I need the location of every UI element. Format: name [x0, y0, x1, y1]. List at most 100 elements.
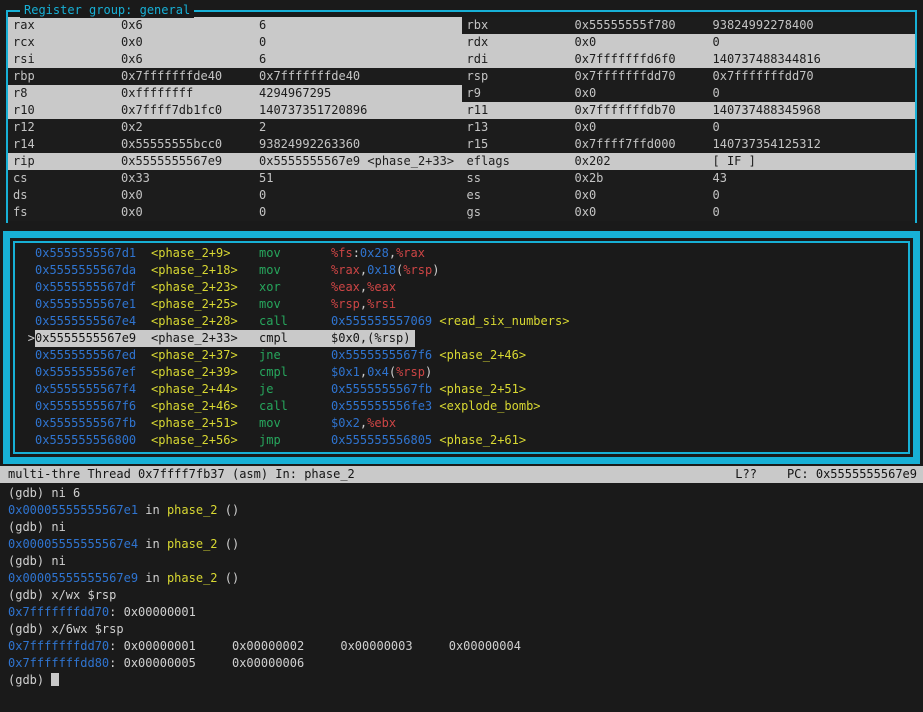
console-line: 0x00005555555567e9 in phase_2 () — [8, 570, 923, 587]
register-r11: r110x7fffffffdb70140737488345968 — [462, 102, 916, 119]
current-instruction-marker — [19, 245, 35, 262]
current-instruction-marker — [19, 262, 35, 279]
operand-segment: %rax — [396, 246, 425, 260]
asm-line: 0x5555555567e4<phase_2+28>call0x55555555… — [15, 313, 908, 330]
register-dec-value: [ IF ] — [713, 153, 916, 170]
register-rip: rip0x5555555567e90x5555555567e9 <phase_2… — [8, 153, 462, 170]
operand-segment: <phase_2+46> — [439, 348, 526, 362]
register-name: r15 — [462, 136, 575, 153]
terminal-screen: Register group: general rax0x66rbx0x5555… — [0, 0, 923, 712]
register-row: rbp0x7fffffffde400x7fffffffde40rsp0x7fff… — [8, 68, 915, 85]
instruction-address: 0x5555555567e4 — [35, 313, 151, 330]
register-dec-value: 6 — [259, 51, 462, 68]
register-row: rax0x66rbx0x55555555f78093824992278400 — [8, 17, 915, 34]
asm-line: 0x5555555567fb<phase_2+51>mov$0x2,%ebx — [15, 415, 908, 432]
operand-segment: 0x5555555567fb — [331, 382, 432, 396]
current-instruction-marker — [19, 313, 35, 330]
operand-segment: ( — [389, 365, 396, 379]
register-dec-value: 0 — [713, 119, 916, 136]
register-name: rip — [8, 153, 121, 170]
asm-line: 0x5555555567ed<phase_2+37>jne0x555555556… — [15, 347, 908, 364]
register-name: es — [462, 187, 575, 204]
console-text-segment: 0x7fffffffdd80 — [8, 656, 109, 670]
console-text-segment: (gdb) ni 6 — [8, 486, 80, 500]
register-row: r140x55555555bcc093824992263360r150x7fff… — [8, 136, 915, 153]
operand-segment: <phase_2+51> — [439, 382, 526, 396]
register-name: ss — [462, 170, 575, 187]
asm-line: 0x5555555567d1<phase_2+9>mov%fs:0x28,%ra… — [15, 245, 908, 262]
register-dec-value: 0 — [713, 85, 916, 102]
register-dec-value: 140737488345968 — [713, 102, 916, 119]
instruction-symbol: <phase_2+39> — [151, 364, 259, 381]
register-rows: rax0x66rbx0x55555555f78093824992278400rc… — [8, 17, 915, 221]
console-lines: (gdb) ni 60x00005555555567e1 in phase_2 … — [8, 485, 923, 689]
instruction-mnemonic: je — [259, 381, 331, 398]
register-r13: r130x00 — [462, 119, 916, 136]
operand-segment: <phase_2+61> — [439, 433, 526, 447]
instruction-mnemonic: call — [259, 313, 331, 330]
instruction-address: 0x5555555567e1 — [35, 296, 151, 313]
asm-line: 0x5555555567da<phase_2+18>mov%rax,0x18(%… — [15, 262, 908, 279]
register-name: fs — [8, 204, 121, 221]
register-dec-value: 0x5555555567e9 <phase_2+33> — [259, 153, 462, 170]
register-name: eflags — [462, 153, 575, 170]
register-name: rbp — [8, 68, 121, 85]
instruction-operands: 0x555555556805 <phase_2+61> — [331, 432, 526, 449]
instruction-symbol: <phase_2+33> — [151, 330, 259, 347]
current-instruction-marker — [19, 432, 35, 449]
register-rsi: rsi0x66 — [8, 51, 462, 68]
register-dec-value: 0 — [259, 204, 462, 221]
register-hex-value: 0x7fffffffde40 — [121, 68, 259, 85]
register-hex-value: 0x0 — [121, 34, 259, 51]
console-line: 0x7fffffffdd80: 0x00000005 0x00000006 — [8, 655, 923, 672]
instruction-mnemonic: mov — [259, 262, 331, 279]
console-text-segment: (gdb) ni — [8, 520, 66, 534]
register-r10: r100x7ffff7db1fc0140737351720896 — [8, 102, 462, 119]
instruction-address: 0x555555556800 — [35, 432, 151, 449]
operand-segment: <read_six_numbers> — [439, 314, 569, 328]
console-text-segment: : 0x00000001 0x00000002 0x00000003 0x000… — [109, 639, 521, 653]
operand-segment: 0x555555556fe3 — [331, 399, 432, 413]
terminal-cursor[interactable] — [51, 673, 59, 686]
asm-line-body: 0x5555555567e4<phase_2+28>call0x55555555… — [35, 313, 569, 330]
register-name: r8 — [8, 85, 121, 102]
register-dec-value: 140737488344816 — [713, 51, 916, 68]
asm-line-body: 0x5555555567fb<phase_2+51>mov$0x2,%ebx — [35, 415, 396, 432]
register-hex-value: 0x2b — [575, 170, 713, 187]
register-name: r11 — [462, 102, 575, 119]
instruction-mnemonic: cmpl — [259, 330, 331, 347]
register-dec-value: 0 — [259, 187, 462, 204]
asm-line: 0x5555555567e1<phase_2+25>mov%rsp,%rsi — [15, 296, 908, 313]
register-hex-value: 0x0 — [575, 187, 713, 204]
register-hex-value: 0x55555555bcc0 — [121, 136, 259, 153]
instruction-symbol: <phase_2+18> — [151, 262, 259, 279]
operand-segment: ) — [432, 263, 439, 277]
register-row: r120x22r130x00 — [8, 119, 915, 136]
operand-segment: 0x555555557069 — [331, 314, 432, 328]
register-group-title: Register group: general — [20, 3, 194, 18]
operand-segment: %eax — [367, 280, 396, 294]
instruction-address: 0x5555555567d1 — [35, 245, 151, 262]
instruction-operands: $0x0,(%rsp) — [331, 330, 410, 347]
register-row: rip0x5555555567e90x5555555567e9 <phase_2… — [8, 153, 915, 170]
instruction-symbol: <phase_2+51> — [151, 415, 259, 432]
operand-segment: %rsi — [367, 297, 396, 311]
instruction-operands: %fs:0x28,%rax — [331, 245, 425, 262]
register-ss: ss0x2b43 — [462, 170, 916, 187]
operand-segment: $0x0,(%rsp) — [331, 331, 410, 345]
register-dec-value: 6 — [259, 17, 462, 34]
console-text-segment: phase_2 — [167, 571, 218, 585]
asm-line-body: 0x5555555567da<phase_2+18>mov%rax,0x18(%… — [35, 262, 439, 279]
disassembly-panel: 0x5555555567d1<phase_2+9>mov%fs:0x28,%ra… — [3, 231, 920, 464]
instruction-mnemonic: mov — [259, 296, 331, 313]
instruction-operands: 0x555555556fe3 <explode_bomb> — [331, 398, 541, 415]
asm-line-body: 0x5555555567e9<phase_2+33>cmpl$0x0,(%rsp… — [35, 330, 415, 347]
register-rdx: rdx0x00 — [462, 34, 916, 51]
operand-segment: 0x555555556805 — [331, 433, 432, 447]
operand-segment: %ebx — [367, 416, 396, 430]
operand-segment: <explode_bomb> — [439, 399, 540, 413]
console-text-segment: : 0x00000005 0x00000006 — [109, 656, 304, 670]
register-panel: Register group: general rax0x66rbx0x5555… — [6, 10, 917, 223]
gdb-console[interactable]: (gdb) ni 60x00005555555567e1 in phase_2 … — [0, 483, 923, 689]
operand-segment: %rax — [331, 263, 360, 277]
